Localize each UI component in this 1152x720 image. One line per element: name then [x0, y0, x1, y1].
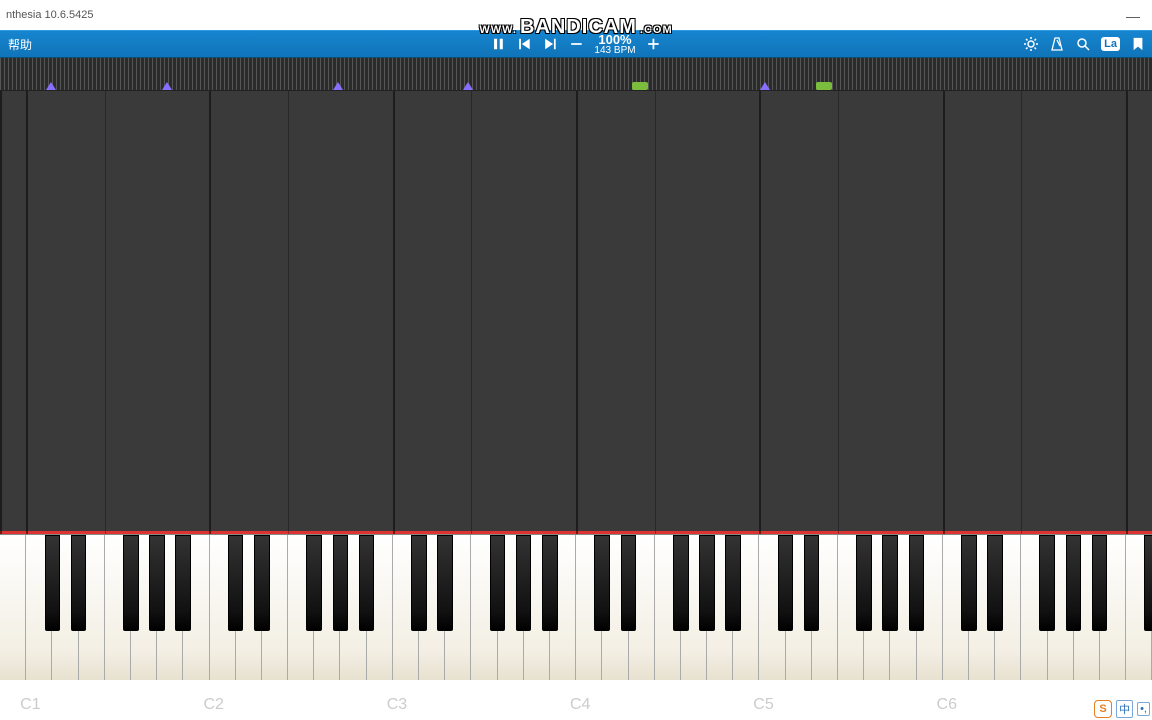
octave-label: C5 — [753, 696, 773, 714]
ruler-marker — [463, 82, 473, 90]
black-key[interactable] — [987, 535, 1003, 631]
notefall-gridline — [1126, 91, 1128, 534]
notefall-gridline — [576, 91, 578, 534]
tempo-display: 100% 143 BPM — [594, 33, 635, 56]
black-key[interactable] — [359, 535, 375, 631]
ruler-marker — [760, 82, 770, 90]
notefall-gridline — [1021, 91, 1022, 534]
black-key[interactable] — [71, 535, 87, 631]
minimize-button[interactable]: — — [1126, 8, 1140, 24]
black-key[interactable] — [1039, 535, 1055, 631]
notefall-gridline — [471, 91, 472, 534]
next-button[interactable] — [542, 36, 558, 52]
black-key[interactable] — [437, 535, 453, 631]
notefall-gridline — [0, 91, 2, 534]
ruler-note — [632, 82, 648, 90]
timeline-ruler[interactable] — [0, 58, 1152, 90]
octave-label: C6 — [937, 696, 957, 714]
black-key[interactable] — [594, 535, 610, 631]
octave-label: C3 — [387, 696, 407, 714]
white-keys — [0, 535, 1152, 680]
note-name-toggle[interactable]: La — [1101, 37, 1120, 51]
ruler-marker — [162, 82, 172, 90]
black-key[interactable] — [699, 535, 715, 631]
prev-button[interactable] — [516, 36, 532, 52]
octave-labels: C1 C2 C3 C4 C5 C6 — [0, 680, 1152, 720]
black-key[interactable] — [254, 535, 270, 631]
notefall-gridline — [288, 91, 289, 534]
window-title: nthesia 10.6.5425 — [6, 9, 93, 21]
black-key[interactable] — [909, 535, 925, 631]
piano-keyboard[interactable] — [0, 534, 1152, 680]
black-key[interactable] — [961, 535, 977, 631]
black-key[interactable] — [621, 535, 637, 631]
black-key[interactable] — [149, 535, 165, 631]
notefall-gridline — [943, 91, 945, 534]
black-key[interactable] — [1092, 535, 1108, 631]
black-key[interactable] — [778, 535, 794, 631]
help-menu[interactable]: 帮助 — [0, 32, 40, 57]
black-key[interactable] — [228, 535, 244, 631]
ime-sogou-icon[interactable]: S — [1094, 700, 1112, 718]
black-key[interactable] — [804, 535, 820, 631]
black-key[interactable] — [333, 535, 349, 631]
titlebar: nthesia 10.6.5425 — — [0, 0, 1152, 30]
black-key[interactable] — [490, 535, 506, 631]
ime-tray: S 中 •, — [1094, 700, 1150, 718]
black-key[interactable] — [411, 535, 427, 631]
octave-label: C4 — [570, 696, 590, 714]
octave-label: C2 — [203, 696, 223, 714]
black-key[interactable] — [1144, 535, 1152, 631]
black-key[interactable] — [542, 535, 558, 631]
tempo-bpm: 143 BPM — [594, 46, 635, 56]
ime-punct[interactable]: •, — [1137, 702, 1150, 716]
ime-mode[interactable]: 中 — [1116, 700, 1133, 718]
pause-button[interactable] — [490, 36, 506, 52]
notefall-gridline — [655, 91, 656, 534]
gear-icon[interactable] — [1023, 36, 1039, 52]
tempo-plus-button[interactable] — [646, 36, 662, 52]
ruler-note — [816, 82, 832, 90]
octave-label: C1 — [20, 696, 40, 714]
ruler-ticks — [0, 58, 1152, 90]
notefall-gridline — [26, 91, 28, 534]
bookmark-icon[interactable] — [1130, 36, 1146, 52]
black-key[interactable] — [306, 535, 322, 631]
transport-controls: 100% 143 BPM — [490, 33, 661, 56]
right-tools: La — [1023, 36, 1146, 52]
black-key[interactable] — [1066, 535, 1082, 631]
notefall-gridline — [105, 91, 106, 534]
notefall-gridline — [838, 91, 839, 534]
black-key[interactable] — [882, 535, 898, 631]
ruler-marker — [46, 82, 56, 90]
notefall-gridline — [393, 91, 395, 534]
white-key[interactable] — [0, 535, 26, 680]
black-key[interactable] — [673, 535, 689, 631]
notefall-gridline — [209, 91, 211, 534]
tempo-minus-button[interactable] — [568, 36, 584, 52]
notefall-area[interactable] — [0, 90, 1152, 534]
ruler-marker — [333, 82, 343, 90]
notefall-gridline — [759, 91, 761, 534]
main-toolbar: 帮助 100% 143 BPM La — [0, 30, 1152, 58]
black-key[interactable] — [123, 535, 139, 631]
metronome-icon[interactable] — [1049, 36, 1065, 52]
search-icon[interactable] — [1075, 36, 1091, 52]
black-key[interactable] — [856, 535, 872, 631]
black-key[interactable] — [45, 535, 61, 631]
black-key[interactable] — [725, 535, 741, 631]
black-key[interactable] — [175, 535, 191, 631]
black-key[interactable] — [516, 535, 532, 631]
